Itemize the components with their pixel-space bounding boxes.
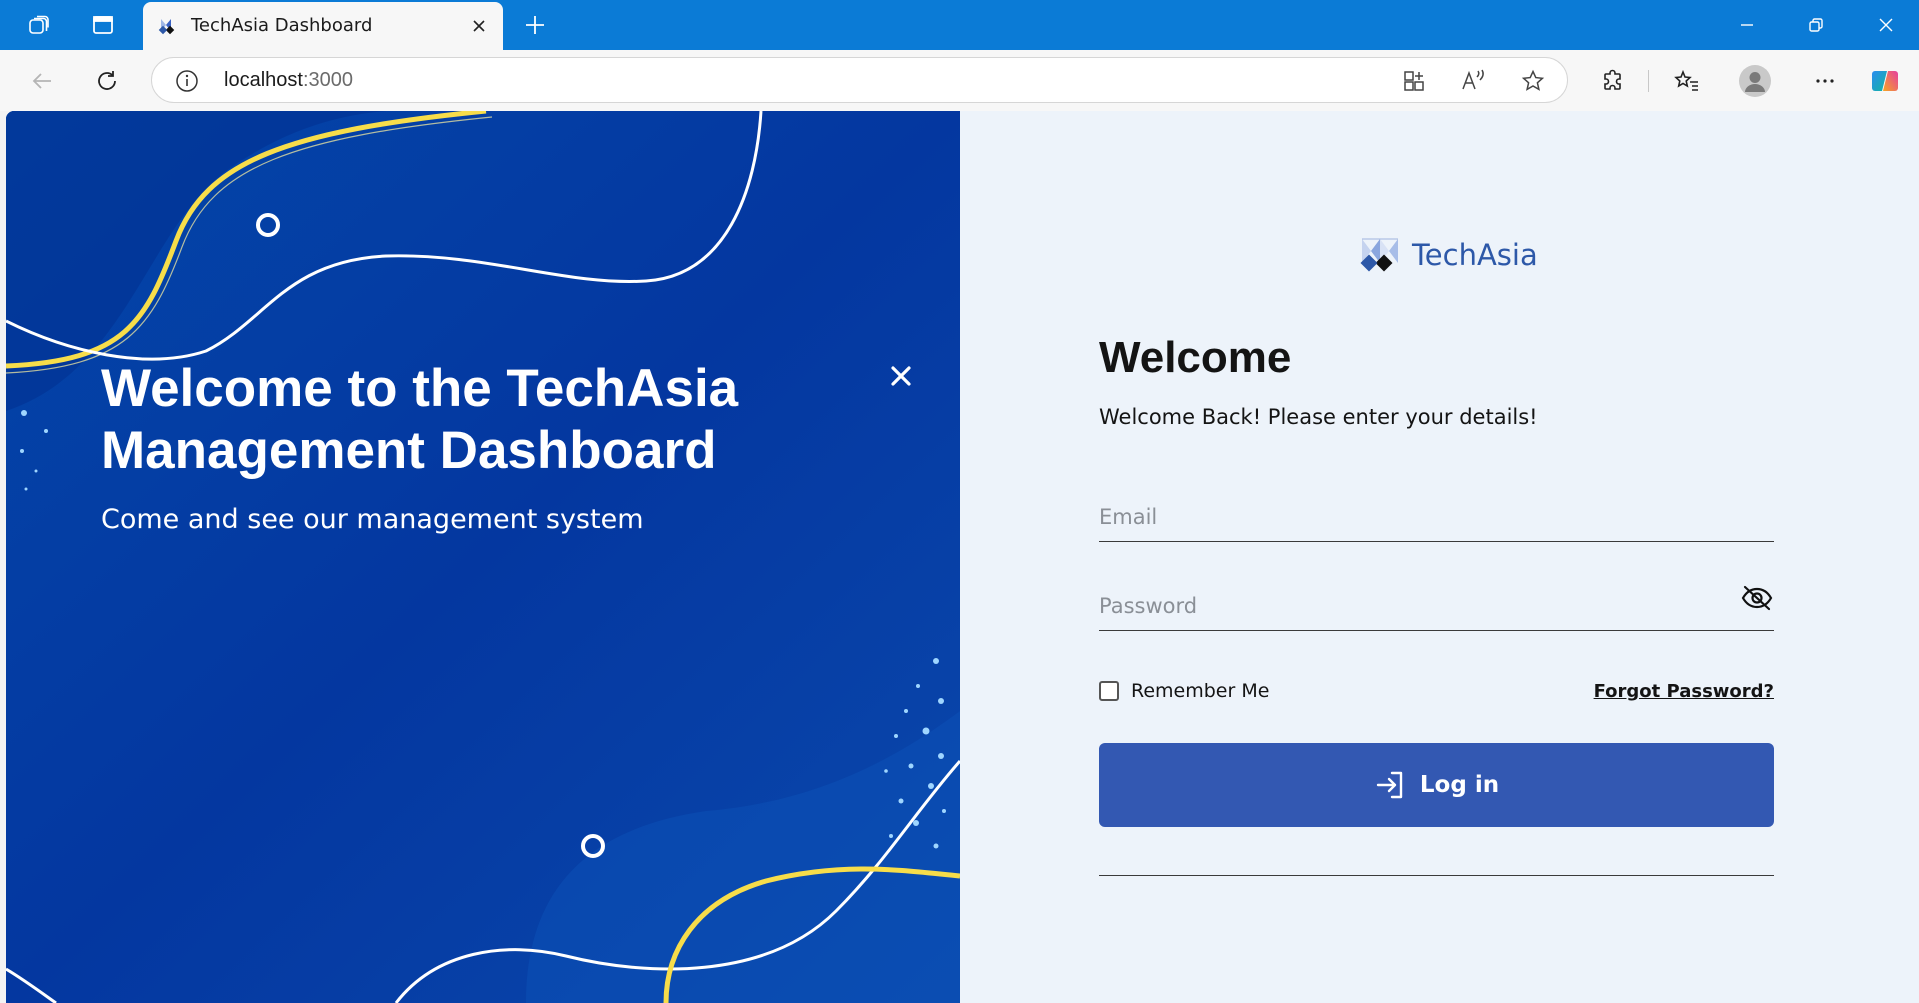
- address-bar[interactable]: localhost:3000: [151, 57, 1568, 103]
- back-arrow-icon[interactable]: [23, 62, 61, 100]
- hero-title-line-2: Management Dashboard: [101, 421, 717, 480]
- browser-toolbar: localhost:3000: [0, 50, 1919, 111]
- close-tab-icon[interactable]: [467, 14, 491, 38]
- eye-off-icon[interactable]: [1740, 581, 1774, 615]
- login-heading: Welcome: [1099, 333, 1292, 382]
- forgot-password-link[interactable]: Forgot Password?: [1594, 681, 1774, 702]
- login-button-label: Log in: [1419, 772, 1500, 798]
- vertical-tabs-icon[interactable]: [90, 12, 116, 38]
- techasia-logo-icon: [1360, 238, 1398, 272]
- extensions-icon[interactable]: [1594, 62, 1632, 100]
- form-divider: [1099, 875, 1774, 876]
- hero-panel: Welcome to the TechAsia Management Dashb…: [6, 111, 960, 1003]
- login-button[interactable]: Log in: [1099, 743, 1774, 827]
- more-options-icon[interactable]: [1806, 62, 1844, 100]
- favorite-star-icon[interactable]: [1519, 67, 1547, 95]
- url-text[interactable]: localhost:3000: [224, 69, 353, 92]
- refresh-icon[interactable]: [88, 62, 126, 100]
- password-field: [1099, 575, 1774, 631]
- favorites-list-icon[interactable]: [1668, 62, 1706, 100]
- app-available-icon[interactable]: [1400, 67, 1428, 95]
- login-panel: TechAsia Welcome Welcome Back! Please en…: [960, 111, 1919, 1003]
- workspaces-icon[interactable]: [26, 12, 52, 38]
- brand-name: TechAsia: [1412, 238, 1538, 272]
- techasia-favicon-icon: [158, 19, 175, 35]
- login-arrow-icon: [1376, 771, 1403, 799]
- login-page: Welcome to the TechAsia Management Dashb…: [6, 111, 1919, 1003]
- info-icon[interactable]: [174, 68, 200, 94]
- login-subheading: Welcome Back! Please enter your details!: [1099, 405, 1538, 429]
- decorative-waves-background: [6, 111, 960, 1003]
- remember-me-label[interactable]: Remember Me: [1131, 680, 1269, 702]
- brand: TechAsia: [1356, 233, 1538, 277]
- hero-title: Welcome to the TechAsia Management Dashb…: [101, 358, 821, 482]
- browser-tab-active[interactable]: TechAsia Dashboard: [143, 2, 503, 50]
- tab-title: TechAsia Dashboard: [191, 15, 373, 36]
- restore-icon[interactable]: [1786, 6, 1846, 44]
- close-icon[interactable]: [886, 361, 916, 391]
- remember-me-checkbox[interactable]: [1099, 681, 1119, 701]
- remember-me: Remember Me: [1099, 680, 1269, 702]
- new-tab-icon[interactable]: [520, 10, 550, 40]
- read-aloud-icon[interactable]: [1460, 67, 1488, 95]
- password-input[interactable]: [1099, 588, 1719, 624]
- hero-title-line-1: Welcome to the TechAsia: [101, 359, 739, 418]
- minimize-icon[interactable]: [1717, 6, 1777, 44]
- profile-avatar[interactable]: [1736, 62, 1774, 100]
- hero-subtitle: Come and see our management system: [101, 504, 644, 535]
- browser-tab-bar: TechAsia Dashboard: [0, 0, 1919, 50]
- email-field: [1099, 486, 1774, 542]
- email-input[interactable]: [1099, 499, 1719, 535]
- copilot-icon[interactable]: [1866, 62, 1904, 100]
- close-window-icon[interactable]: [1856, 6, 1916, 44]
- toolbar-divider: [1648, 70, 1649, 92]
